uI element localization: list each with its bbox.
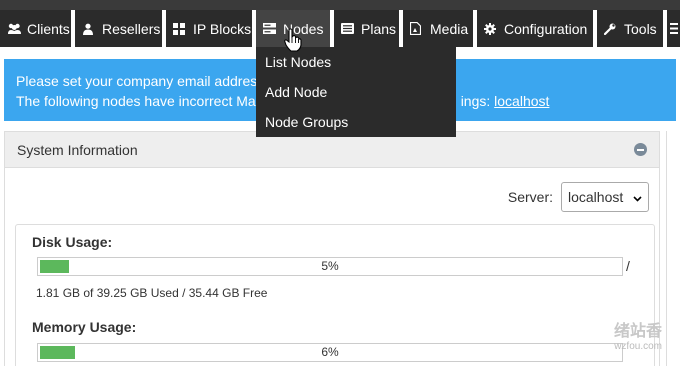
nav-clients[interactable]: Clients [0, 10, 71, 47]
disk-mount-path: / [626, 258, 630, 274]
grid-icon [173, 22, 188, 35]
nav-label-configuration: Configuration [504, 20, 588, 37]
list-icon [341, 23, 356, 34]
nav-more[interactable] [667, 10, 680, 47]
menu-icon [670, 23, 678, 34]
nav-media[interactable]: Media [403, 10, 473, 47]
server-selector-row: Server: localhost [508, 182, 649, 212]
nav-label-ip-blocks: IP Blocks [193, 20, 252, 37]
hand-cursor-icon [284, 28, 302, 57]
gear-icon [484, 22, 499, 35]
usage-box: Disk Usage: 5% / 1.81 GB of 39.25 GB Use… [15, 224, 655, 366]
server-icon [263, 23, 278, 34]
nav-tools[interactable]: Tools [597, 10, 663, 47]
panel-title: System Information [17, 141, 138, 158]
nav-label-media: Media [430, 20, 469, 37]
alert-line-2-suffix: ings: [460, 93, 495, 109]
memory-usage-label: Memory Usage: [32, 319, 137, 335]
nav-plans[interactable]: Plans [334, 10, 399, 47]
disk-usage-label: Disk Usage: [32, 234, 113, 250]
server-select[interactable]: localhost [561, 182, 649, 212]
disk-usage-bar: 5% [37, 257, 623, 276]
watermark-subtext: wzfou.com [614, 341, 662, 352]
nav-label-clients: Clients [27, 20, 70, 37]
wrench-icon [604, 23, 619, 35]
watermark: 绪站香 wzfou.com [614, 324, 662, 354]
nodes-dropdown-menu: List Nodes Add Node Node Groups [256, 47, 456, 137]
alert-line-2-text: The following nodes have incorrect Ma [16, 93, 256, 109]
disk-usage-percent: 5% [321, 259, 339, 273]
user-icon [82, 23, 97, 35]
watermark-text: 绪站香 [613, 323, 662, 340]
chevron-down-icon [633, 189, 642, 205]
nav-label-resellers: Resellers [102, 20, 161, 37]
nav-label-plans: Plans [361, 20, 397, 37]
panel-heading: System Information [5, 132, 659, 168]
nav-configuration[interactable]: Configuration [477, 10, 593, 47]
collapse-minus-icon[interactable] [634, 143, 647, 156]
menu-item-add-node[interactable]: Add Node [256, 77, 456, 107]
memory-usage-bar: 6% [37, 343, 623, 362]
nav-ip-blocks[interactable]: IP Blocks [166, 10, 252, 47]
nav-label-tools: Tools [624, 20, 657, 37]
top-strip [0, 0, 680, 10]
server-select-value: localhost [568, 189, 624, 205]
disk-usage-detail: 1.81 GB of 39.25 GB Used / 35.44 GB Free [36, 286, 268, 300]
localhost-link[interactable]: localhost [494, 93, 549, 109]
memory-usage-percent: 6% [321, 345, 339, 359]
file-icon [410, 22, 425, 35]
menu-item-node-groups[interactable]: Node Groups [256, 107, 456, 137]
system-information-panel: System Information Server: localhost Dis… [4, 131, 660, 366]
side-panel-edge [666, 131, 680, 366]
users-icon [7, 23, 22, 35]
server-label: Server: [507, 189, 553, 205]
main-navbar: Clients Resellers IP Blocks Nodes Plans … [0, 10, 680, 47]
nav-resellers[interactable]: Resellers [75, 10, 162, 47]
